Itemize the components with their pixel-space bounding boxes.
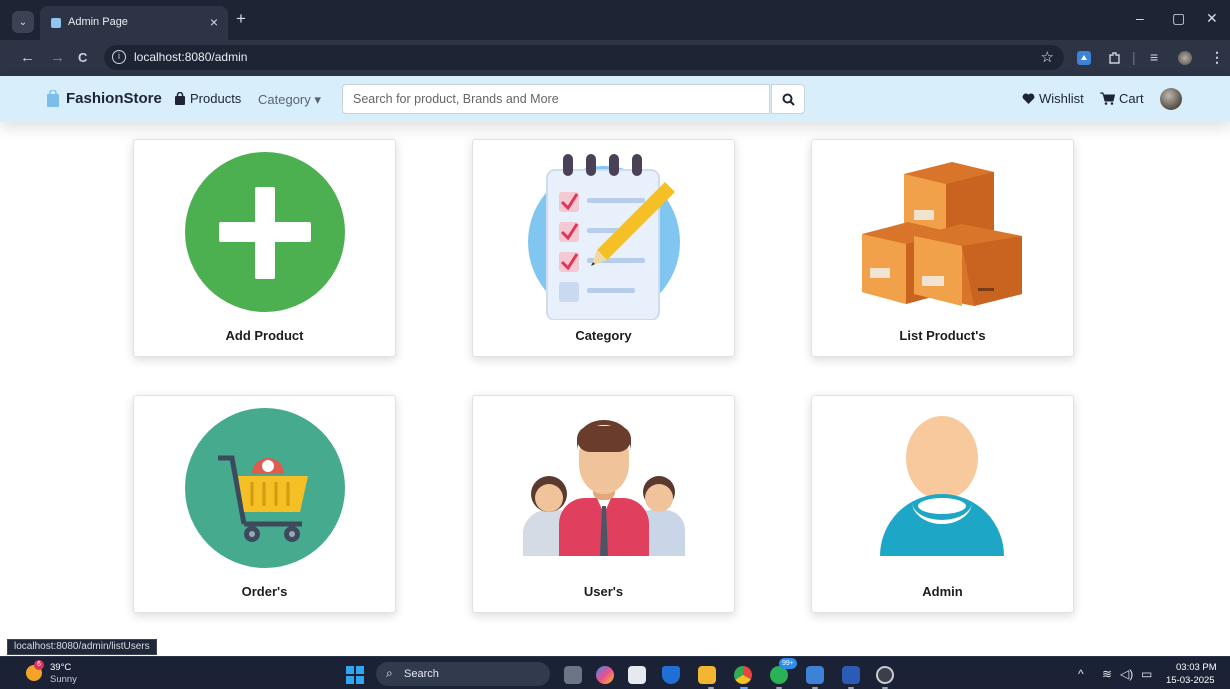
status-bar-url: localhost:8080/admin/listUsers — [7, 639, 157, 655]
card-label: Category — [575, 328, 632, 343]
weather-temperature[interactable]: 39°C — [50, 662, 71, 673]
bookmark-star-icon[interactable]: ☆ — [1041, 48, 1054, 66]
search-icon — [782, 93, 795, 106]
add-product-card[interactable]: Add Product — [133, 139, 396, 357]
profile-avatar-icon[interactable] — [1178, 51, 1192, 65]
users-group-icon — [523, 420, 685, 556]
address-url[interactable]: localhost:8080/admin — [134, 50, 247, 64]
user-avatar[interactable] — [1160, 88, 1182, 110]
nav-products-link[interactable]: Products — [174, 91, 241, 106]
clock-date[interactable]: 15-03-2025 — [1166, 675, 1215, 686]
site-navbar: FashionStore Products Category ▾ Wishlis… — [0, 76, 1230, 122]
browser-tab-bar: ⌄ Admin Page × + – ▢ ✕ — [0, 0, 1230, 40]
nav-category-label: Category — [258, 92, 311, 107]
battery-icon[interactable]: ▭ — [1141, 667, 1152, 681]
browser-toolbar: ← → C i localhost:8080/admin ☆ | ≡ ⋮ — [0, 40, 1230, 76]
back-icon[interactable]: ← — [20, 49, 35, 66]
checklist-icon — [528, 154, 680, 320]
brand-logo-text[interactable]: FashionStore — [66, 90, 162, 107]
boxes-icon — [862, 162, 1022, 306]
cart-link[interactable]: Cart — [1100, 91, 1144, 106]
orders-card[interactable]: Order's — [133, 395, 396, 613]
taskbar-search-label: Search — [404, 668, 439, 680]
search-input[interactable] — [342, 84, 770, 114]
wifi-icon[interactable]: ≋ — [1102, 667, 1112, 681]
card-label: Add Product — [225, 328, 304, 343]
volume-icon[interactable]: ◁) — [1120, 667, 1133, 681]
page-favicon-icon — [51, 18, 61, 28]
restore-icon[interactable]: ▢ — [1172, 10, 1185, 27]
forward-icon[interactable]: → — [50, 49, 65, 66]
weather-badge: 6 — [34, 660, 44, 670]
users-card[interactable]: User's — [472, 395, 735, 613]
tab-title: Admin Page — [68, 16, 128, 28]
extensions-puzzle-icon[interactable] — [1107, 51, 1121, 65]
card-label: Order's — [241, 584, 288, 599]
defender-icon[interactable] — [662, 666, 680, 684]
browser-tab[interactable]: Admin Page × — [40, 6, 228, 40]
chevron-down-icon: ▾ — [314, 92, 321, 107]
whatsapp-badge: 99+ — [779, 658, 797, 669]
category-card[interactable]: Category — [472, 139, 735, 357]
taskbar-search[interactable]: ⌕ Search — [376, 662, 550, 686]
bag-icon — [175, 92, 185, 105]
wishlist-label: Wishlist — [1039, 91, 1084, 106]
admin-user-icon — [880, 416, 1004, 556]
toolbar-divider: | — [1132, 49, 1136, 65]
remote-app-icon[interactable] — [806, 666, 824, 684]
tray-chevron-up-icon[interactable]: ^ — [1078, 667, 1084, 681]
minimize-icon[interactable]: – — [1136, 10, 1144, 26]
windows-start-icon[interactable] — [346, 666, 364, 684]
search-button[interactable] — [771, 84, 805, 114]
admin-card[interactable]: Admin — [811, 395, 1074, 613]
clock-time[interactable]: 03:03 PM — [1176, 662, 1217, 673]
chrome-icon[interactable] — [734, 666, 752, 684]
menu-kebab-icon[interactable]: ⋮ — [1210, 49, 1224, 66]
nav-category-dropdown[interactable]: Category ▾ — [258, 92, 321, 108]
window-close-icon[interactable]: ✕ — [1206, 10, 1218, 27]
reload-icon[interactable]: C — [78, 50, 87, 65]
search-icon: ⌕ — [386, 666, 393, 680]
nav-products-label: Products — [190, 91, 242, 106]
weather-description[interactable]: Sunny — [50, 674, 77, 685]
reading-list-icon[interactable]: ≡ — [1150, 49, 1158, 65]
list-products-card[interactable]: List Product's — [811, 139, 1074, 357]
cart-label: Cart — [1119, 91, 1144, 106]
address-bar[interactable]: i localhost:8080/admin ☆ — [104, 45, 1064, 70]
shopping-bag-icon — [47, 90, 59, 107]
wishlist-link[interactable]: Wishlist — [1022, 91, 1084, 106]
windows-taskbar: 6 39°C Sunny ⌕ Search 99+ ^ ≋ ◁) ▭ 03:03… — [0, 656, 1230, 689]
card-label: List Product's — [899, 328, 986, 343]
word-icon[interactable] — [842, 666, 860, 684]
shopping-cart-icon — [185, 408, 345, 568]
card-label: User's — [583, 584, 624, 599]
plus-circle-icon — [185, 152, 345, 312]
task-view-icon[interactable] — [564, 666, 582, 684]
heart-icon — [1022, 93, 1035, 104]
card-label: Admin — [922, 584, 963, 599]
settings-gear-icon[interactable] — [876, 666, 894, 684]
file-explorer-icon[interactable] — [698, 666, 716, 684]
tab-list-button[interactable]: ⌄ — [12, 11, 34, 33]
site-info-icon[interactable]: i — [112, 50, 126, 64]
store-icon[interactable] — [628, 666, 646, 684]
cart-icon — [1100, 92, 1115, 105]
copilot-icon[interactable] — [596, 666, 614, 684]
new-tab-button[interactable]: + — [236, 9, 246, 29]
extension-icon[interactable] — [1077, 51, 1091, 65]
tab-close-icon[interactable]: × — [210, 14, 218, 30]
